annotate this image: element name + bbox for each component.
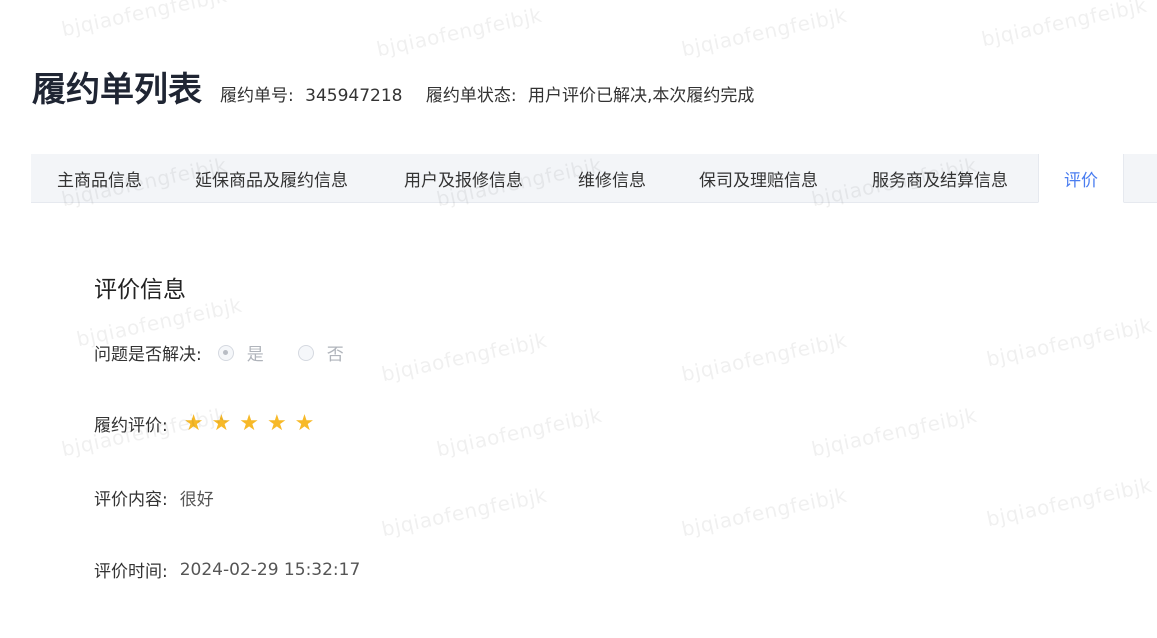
watermark: bjqiaofengfeibjk	[984, 312, 1155, 372]
tab-bar: 主商品信息 延保商品及履约信息 用户及报修信息 维修信息 保司及理赔信息 服务商…	[31, 154, 1157, 203]
order-status-value: 用户评价已解决,本次履约完成	[528, 86, 755, 106]
star-icon[interactable]: ★	[184, 412, 204, 435]
page-header: 履约单列表 履约单号: 345947218 履约单状态: 用户评价已解决,本次履…	[32, 62, 772, 111]
radio-label-no: 否	[326, 345, 344, 365]
time-row: 评价时间: 2024-02-29 15:32:17	[94, 557, 361, 583]
watermark: bjqiaofengfeibjk	[679, 327, 850, 387]
content-label: 评价内容:	[94, 490, 168, 510]
tab-evaluation[interactable]: 评价	[1038, 154, 1124, 203]
tab-user-repair[interactable]: 用户及报修信息	[404, 154, 578, 202]
star-icon[interactable]: ★	[267, 412, 287, 435]
tab-maintenance[interactable]: 维修信息	[578, 154, 699, 202]
star-rating[interactable]: ★ ★ ★ ★ ★	[184, 412, 323, 435]
tab-insurer-claims[interactable]: 保司及理赔信息	[699, 154, 872, 202]
resolved-label: 问题是否解决:	[94, 345, 202, 365]
tab-provider-settlement[interactable]: 服务商及结算信息	[872, 154, 1038, 202]
rating-row: 履约评价: ★ ★ ★ ★ ★	[94, 411, 322, 436]
resolved-yes-radio[interactable]: 是	[217, 340, 264, 365]
content-value: 很好	[179, 490, 214, 510]
time-value: 2024-02-29 15:32:17	[179, 559, 361, 580]
watermark: bjqiaofengfeibjk	[679, 2, 850, 62]
watermark: bjqiaofengfeibjk	[984, 472, 1155, 532]
order-no-label: 履约单号:	[220, 86, 294, 106]
star-icon[interactable]: ★	[295, 412, 315, 435]
star-icon[interactable]: ★	[211, 412, 231, 435]
time-label: 评价时间:	[94, 562, 168, 582]
watermark: bjqiaofengfeibjk	[379, 327, 550, 387]
order-meta: 履约单号: 345947218 履约单状态: 用户评价已解决,本次履约完成	[220, 81, 772, 106]
watermark: bjqiaofengfeibjk	[59, 0, 230, 42]
watermark: bjqiaofengfeibjk	[979, 0, 1150, 52]
order-status-label: 履约单状态:	[425, 86, 517, 106]
resolved-row: 问题是否解决: 是 否	[94, 340, 378, 365]
order-no-value: 345947218	[305, 86, 403, 106]
rating-label: 履约评价:	[94, 416, 168, 436]
tab-main-product[interactable]: 主商品信息	[31, 154, 195, 202]
radio-circle	[297, 344, 314, 361]
section-title: 评价信息	[94, 277, 186, 303]
page-title: 履约单列表	[32, 70, 202, 110]
resolved-no-radio[interactable]: 否	[297, 340, 344, 365]
watermark: bjqiaofengfeibjk	[809, 402, 980, 462]
content-row: 评价内容: 很好	[94, 485, 214, 510]
star-icon[interactable]: ★	[239, 412, 259, 435]
tab-extended-warranty[interactable]: 延保商品及履约信息	[195, 154, 404, 202]
watermark: bjqiaofengfeibjk	[679, 482, 850, 542]
radio-dot	[223, 350, 229, 355]
watermark: bjqiaofengfeibjk	[379, 482, 550, 542]
evaluation-section: 评价信息	[94, 270, 186, 304]
radio-circle	[217, 344, 234, 361]
watermark: bjqiaofengfeibjk	[374, 2, 545, 62]
watermark: bjqiaofengfeibjk	[434, 402, 605, 462]
radio-label-yes: 是	[246, 345, 264, 365]
